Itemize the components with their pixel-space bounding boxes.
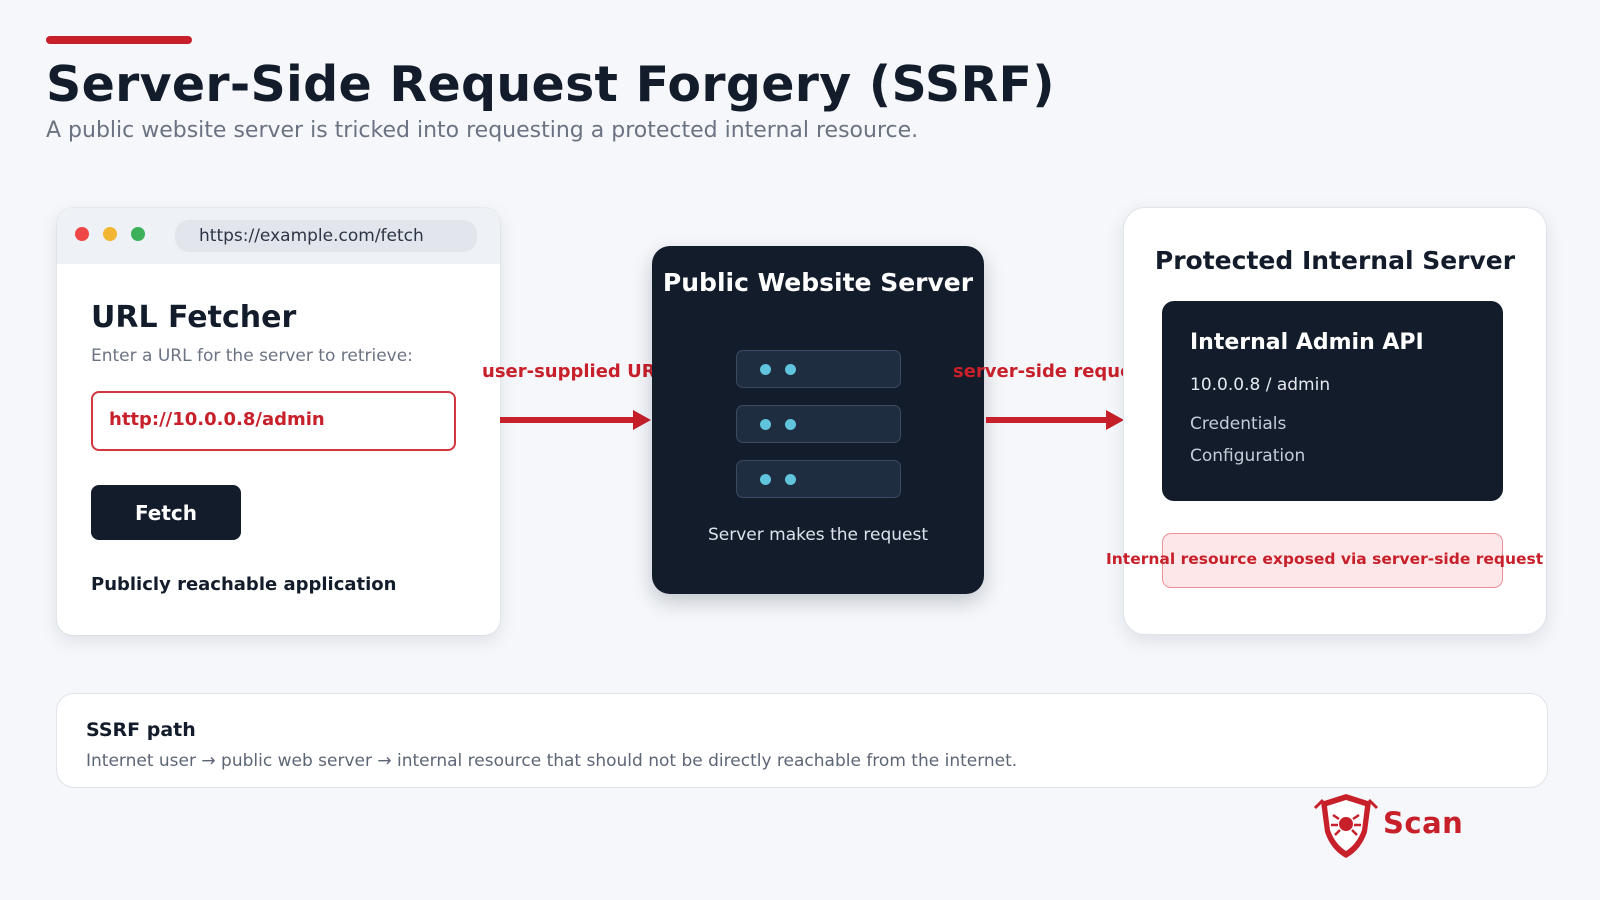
arrow-head-icon	[1106, 410, 1124, 430]
arrow-head-icon	[633, 410, 651, 430]
api-address: 10.0.0.8 / admin	[1190, 375, 1331, 395]
exposed-resource-text: Internal resource exposed via server-sid…	[1106, 550, 1544, 568]
window-minimize-dot-icon[interactable]	[103, 227, 117, 241]
window-close-dot-icon[interactable]	[75, 227, 89, 241]
server-led-icon	[785, 474, 796, 485]
logo-text: Scan	[1383, 806, 1464, 840]
server-led-icon	[760, 364, 771, 375]
window-maximize-dot-icon[interactable]	[131, 227, 145, 241]
url-input[interactable]: http://10.0.0.8/admin	[91, 391, 456, 451]
server-rack-icon	[736, 460, 901, 498]
server-led-icon	[785, 419, 796, 430]
scan-logo: Scan	[1313, 792, 1563, 862]
server-side-request-label: server-side request	[953, 361, 1152, 382]
public-website-server-card: Public Website Server Server makes the r…	[652, 246, 984, 594]
page-subtitle: A public website server is tricked into …	[46, 118, 919, 143]
public-app-note: Publicly reachable application	[91, 574, 397, 595]
fetch-button[interactable]: Fetch	[91, 485, 241, 540]
shield-logo-icon	[1313, 794, 1379, 858]
url-fetcher-title: URL Fetcher	[91, 300, 297, 335]
ssrf-path-text: Internet user → public web server → inte…	[86, 751, 1018, 771]
title-accent-bar	[46, 36, 192, 44]
api-title: Internal Admin API	[1190, 330, 1424, 355]
ssrf-path-title: SSRF path	[86, 719, 196, 741]
server-led-icon	[785, 364, 796, 375]
server-led-icon	[760, 474, 771, 485]
protected-internal-server-card: Protected Internal Server Internal Admin…	[1123, 207, 1547, 635]
internal-admin-api-box: Internal Admin API 10.0.0.8 / admin Cred…	[1162, 301, 1503, 501]
server-to-internal-arrow	[986, 417, 1108, 423]
server-rack-icon	[736, 350, 901, 388]
server-led-icon	[760, 419, 771, 430]
user-supplied-url-label: user-supplied URL	[482, 361, 668, 382]
browser-toolbar: https://example.com/fetch	[57, 208, 500, 264]
page-title: Server-Side Request Forgery (SSRF)	[46, 56, 1055, 113]
server-rack-icon	[736, 405, 901, 443]
server-caption: Server makes the request	[707, 525, 928, 545]
api-item-configuration: Configuration	[1190, 446, 1306, 466]
browser-address-bar[interactable]: https://example.com/fetch	[175, 220, 477, 252]
url-fetcher-browser-card: https://example.com/fetch URL Fetcher En…	[57, 208, 500, 635]
user-to-server-arrow	[500, 417, 634, 423]
ssrf-path-panel: SSRF path Internet user → public web ser…	[56, 693, 1548, 788]
internal-server-title: Protected Internal Server	[1154, 246, 1516, 275]
server-title: Public Website Server	[662, 268, 974, 297]
api-item-credentials: Credentials	[1190, 414, 1287, 434]
url-fetcher-hint: Enter a URL for the server to retrieve:	[91, 346, 413, 366]
